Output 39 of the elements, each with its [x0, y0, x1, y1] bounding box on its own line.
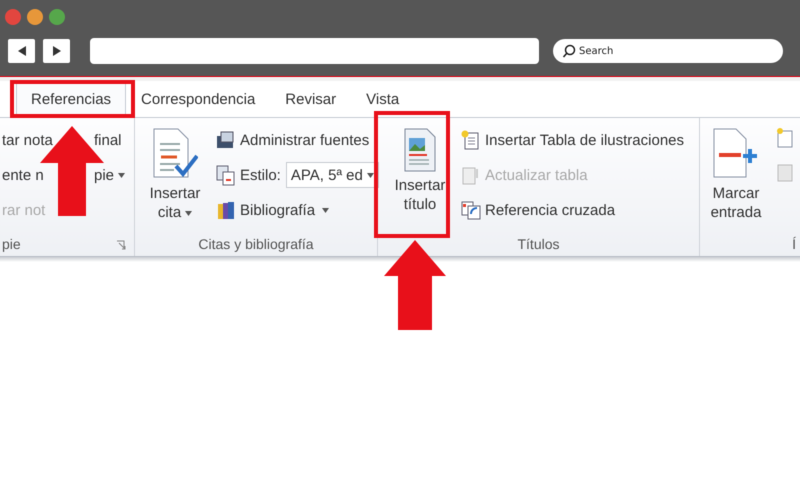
arrow-up-icon [384, 240, 446, 330]
back-button[interactable] [8, 39, 35, 63]
forward-button[interactable] [43, 39, 70, 63]
back-icon [16, 45, 28, 57]
ribbon-tab[interactable]: Correspondencia [126, 81, 270, 117]
group-label: Citas y bibliografía [198, 236, 314, 252]
ribbon-button[interactable]: Marcar entrada [700, 124, 772, 226]
ribbon-button[interactable]: Insertar título [384, 124, 456, 218]
ribbon-button[interactable]: Insertar cita [139, 124, 211, 226]
ribbon-tab[interactable]: Vista [351, 81, 414, 117]
ribbon-item[interactable]: Bibliografía [215, 196, 379, 224]
group-label: Í [792, 236, 796, 252]
document-check-icon [152, 128, 198, 180]
dialog-launcher-icon[interactable] [116, 240, 126, 250]
ribbon-item[interactable]: Administrar fuentes [215, 126, 379, 154]
group-label: pie [2, 236, 21, 252]
caret-icon [366, 173, 374, 178]
ribbon-tab[interactable]: Revisar [270, 81, 352, 117]
ribbon-item[interactable]: Referencia cruzada [460, 196, 684, 224]
ribbon-item[interactable]: Insertar Tabla de ilustraciones [460, 126, 684, 154]
ribbon-item[interactable]: ente n [2, 166, 44, 184]
style-dropdown[interactable]: APA, 5ª ed [286, 162, 379, 188]
ribbon-item[interactable]: final [94, 132, 122, 148]
group-label: Títulos [517, 236, 560, 252]
ribbon-item[interactable]: pie [94, 166, 114, 184]
document-image-icon [404, 128, 436, 172]
style-label: Estilo: [240, 166, 281, 184]
search-icon [562, 44, 576, 58]
document-plus-icon [712, 128, 760, 180]
address-field[interactable] [90, 38, 539, 64]
close-icon[interactable] [5, 9, 21, 25]
documents-arrow-icon [460, 200, 482, 220]
forward-icon [50, 45, 62, 57]
document-style-icon [215, 164, 237, 186]
ribbon-item[interactable]: tar nota [2, 132, 53, 148]
document-icon [776, 162, 794, 182]
maximize-icon[interactable] [49, 9, 65, 25]
minimize-icon[interactable] [27, 9, 43, 25]
search-field[interactable]: Search [553, 39, 783, 63]
